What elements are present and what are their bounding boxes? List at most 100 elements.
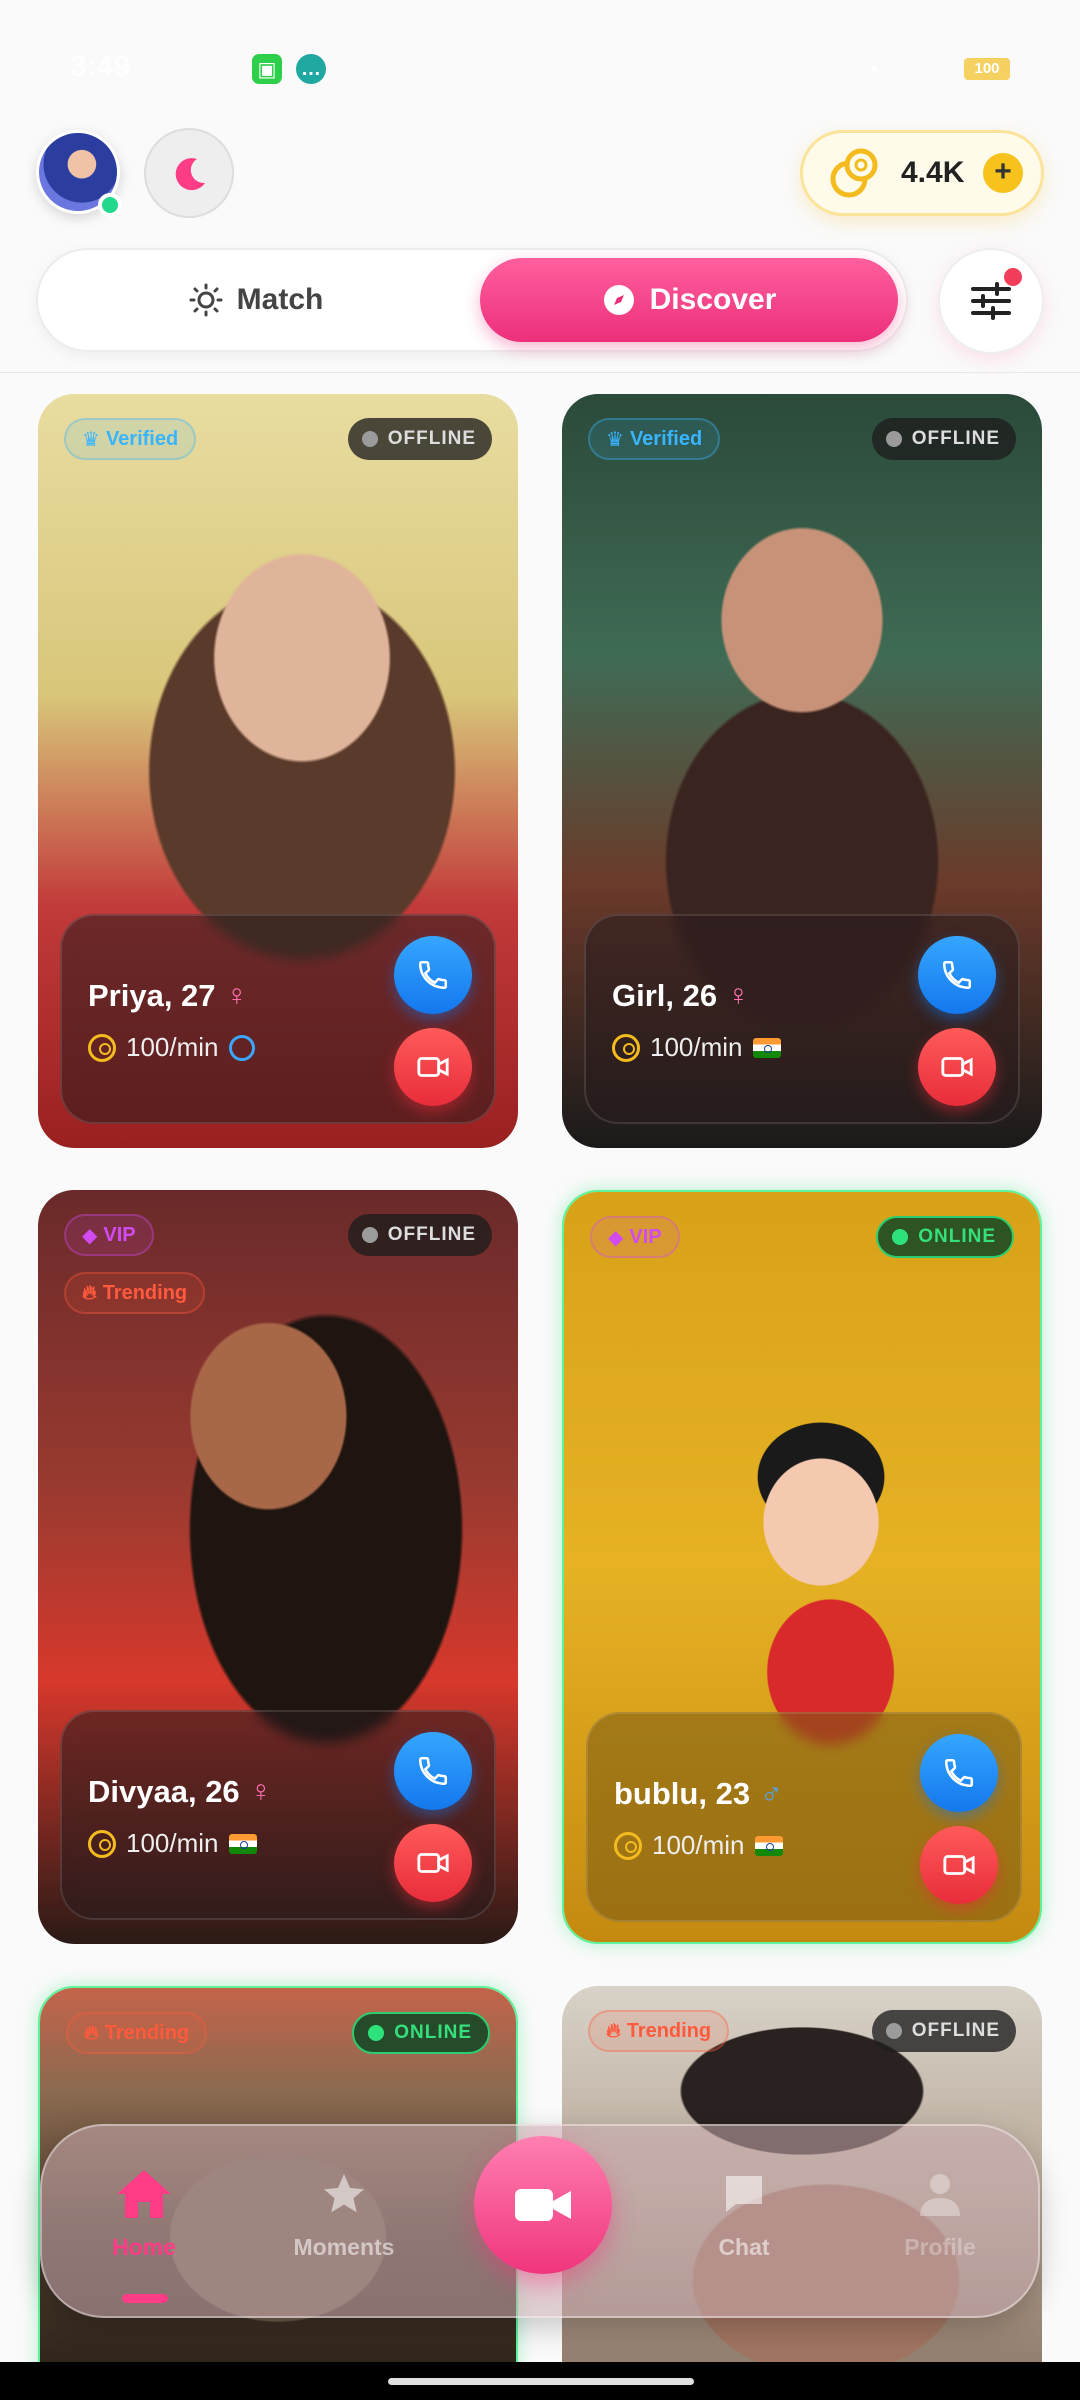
home-icon: [117, 2170, 171, 2218]
status-dot: [885, 431, 902, 447]
diamond-icon: ◆: [608, 1226, 624, 1249]
chat-bubble-icon: [726, 2176, 762, 2212]
profile-card[interactable]: ◆ VIP ONLINE bublu, 23 ♂ 100/min: [562, 1190, 1042, 1944]
info-panel: bublu, 23 ♂ 100/min: [586, 1712, 1022, 1922]
crown-icon: ♛: [82, 428, 100, 451]
video-match-button[interactable]: [474, 2136, 612, 2274]
profile-card[interactable]: ♛ Verified OFFLINE Girl, 26 ♀ 100/min: [562, 394, 1042, 1148]
star-icon: [324, 2174, 364, 2213]
video-camera-icon: [515, 2189, 571, 2221]
female-icon: ♀: [225, 979, 249, 1012]
status-badge: OFFLINE: [347, 1214, 492, 1256]
video-call-button[interactable]: [394, 1824, 472, 1902]
info-panel: Priya, 27 ♀ 100/min: [60, 914, 496, 1124]
phone-icon: [942, 960, 972, 990]
female-icon: ♀: [249, 1775, 273, 1808]
vip-badge: ◆ VIP: [590, 1216, 680, 1258]
status-time: 3:49: [70, 50, 131, 83]
nav-moments[interactable]: Moments: [264, 2166, 424, 2261]
nav-home-label: Home: [112, 2234, 176, 2260]
tab-match[interactable]: Match: [38, 250, 474, 350]
status-dot: [361, 431, 378, 447]
coins-icon: [830, 148, 878, 198]
video-camera-icon: [943, 1855, 975, 1875]
india-flag-icon: [228, 1833, 257, 1854]
status-badge: OFFLINE: [871, 418, 1016, 460]
tab-discover[interactable]: Discover: [480, 258, 898, 342]
voice-call-button[interactable]: [394, 936, 472, 1014]
coin-icon: [88, 1033, 116, 1062]
status-badge: ONLINE: [876, 1216, 1014, 1258]
profile-name: Priya, 27 ♀: [88, 978, 249, 1013]
profile-name: Divyaa, 26 ♀: [88, 1774, 273, 1809]
filter-notification-dot: [1004, 268, 1022, 286]
trending-badge: 🔥︎ Trending: [66, 2012, 208, 2054]
profile-name: Girl, 26 ♀: [612, 978, 750, 1013]
nav-chat[interactable]: Chat: [664, 2166, 824, 2261]
fire-icon: 🔥︎: [82, 1281, 97, 1304]
nav-profile[interactable]: Profile: [860, 2166, 1020, 2261]
video-call-button[interactable]: [394, 1028, 472, 1106]
voice-call-button[interactable]: [918, 936, 996, 1014]
india-flag-icon: [754, 1835, 783, 1856]
call-rate: 100/min: [612, 1032, 781, 1063]
nav-chat-label: Chat: [718, 2234, 770, 2260]
person-icon: [920, 2174, 960, 2216]
message-notification-icon: …: [296, 54, 326, 84]
vip-badge: ◆ VIP: [64, 1214, 154, 1256]
voice-call-button[interactable]: [920, 1734, 998, 1812]
trending-badge: 🔥︎ Trending: [588, 2010, 730, 2052]
filter-button[interactable]: [938, 248, 1044, 354]
diamond-icon: ◆: [82, 1224, 98, 1247]
app-notification-icon: ▣: [252, 54, 282, 84]
coin-balance[interactable]: 4.4K +: [800, 130, 1044, 216]
video-call-button[interactable]: [920, 1826, 998, 1904]
status-badge: OFFLINE: [871, 2010, 1016, 2052]
crown-icon: ♛: [606, 428, 624, 451]
coin-balance-label: 4.4K: [901, 156, 965, 189]
video-camera-icon: [941, 1057, 973, 1077]
voice-call-button[interactable]: [394, 1732, 472, 1810]
bottom-navigation: Home Moments Chat Profile: [40, 2124, 1040, 2318]
coin-icon: [612, 1033, 640, 1062]
male-icon: ♂: [760, 1777, 783, 1810]
call-rate: 100/min: [614, 1830, 783, 1861]
nav-profile-label: Profile: [904, 2234, 976, 2260]
profile-card[interactable]: ♛ Verified OFFLINE Priya, 27 ♀ 100/min: [38, 394, 518, 1148]
home-gesture-handle[interactable]: [388, 2378, 694, 2385]
mode-tabs: Match Discover: [36, 248, 908, 352]
header-divider: [0, 372, 1080, 373]
status-badge: ONLINE: [352, 2012, 490, 2054]
profile-card[interactable]: ◆ VIP 🔥︎ Trending OFFLINE Divyaa, 26 ♀ 100/…: [38, 1190, 518, 1944]
compass-icon: [603, 285, 634, 315]
trending-badge: 🔥︎ Trending: [64, 1272, 206, 1314]
female-icon: ♀: [727, 979, 750, 1012]
status-dot: [892, 1229, 909, 1245]
profile-name: bublu, 23 ♂: [614, 1776, 783, 1811]
add-coins-button[interactable]: +: [983, 153, 1023, 193]
nav-home[interactable]: Home: [64, 2166, 224, 2261]
video-call-button[interactable]: [918, 1028, 996, 1106]
sliders-icon: [971, 282, 1011, 320]
verified-badge: ♛ Verified: [64, 418, 197, 460]
status-dot: [885, 2023, 902, 2039]
wifi-icon: ◔: [863, 54, 880, 85]
info-panel: Girl, 26 ♀ 100/min: [584, 914, 1020, 1124]
coin-icon: [614, 1831, 642, 1860]
moon-icon: [175, 158, 205, 191]
status-bar: 3:49 ▣ … ◔ 100: [0, 0, 1080, 130]
sun-icon: [189, 283, 223, 317]
status-dot: [368, 2025, 385, 2041]
video-camera-icon: [417, 1057, 449, 1077]
call-rate: 100/min: [88, 1032, 255, 1063]
tab-discover-label: Discover: [649, 283, 777, 316]
india-flag-icon: [752, 1037, 781, 1058]
fire-icon: 🔥︎: [84, 2021, 99, 2044]
status-dot: [361, 1227, 378, 1243]
theme-toggle-button[interactable]: [144, 128, 234, 218]
nav-moments-label: Moments: [293, 2234, 395, 2260]
globe-icon: [228, 1034, 255, 1061]
status-badge: OFFLINE: [347, 418, 492, 460]
video-camera-icon: [417, 1853, 449, 1873]
call-rate: 100/min: [88, 1828, 257, 1859]
